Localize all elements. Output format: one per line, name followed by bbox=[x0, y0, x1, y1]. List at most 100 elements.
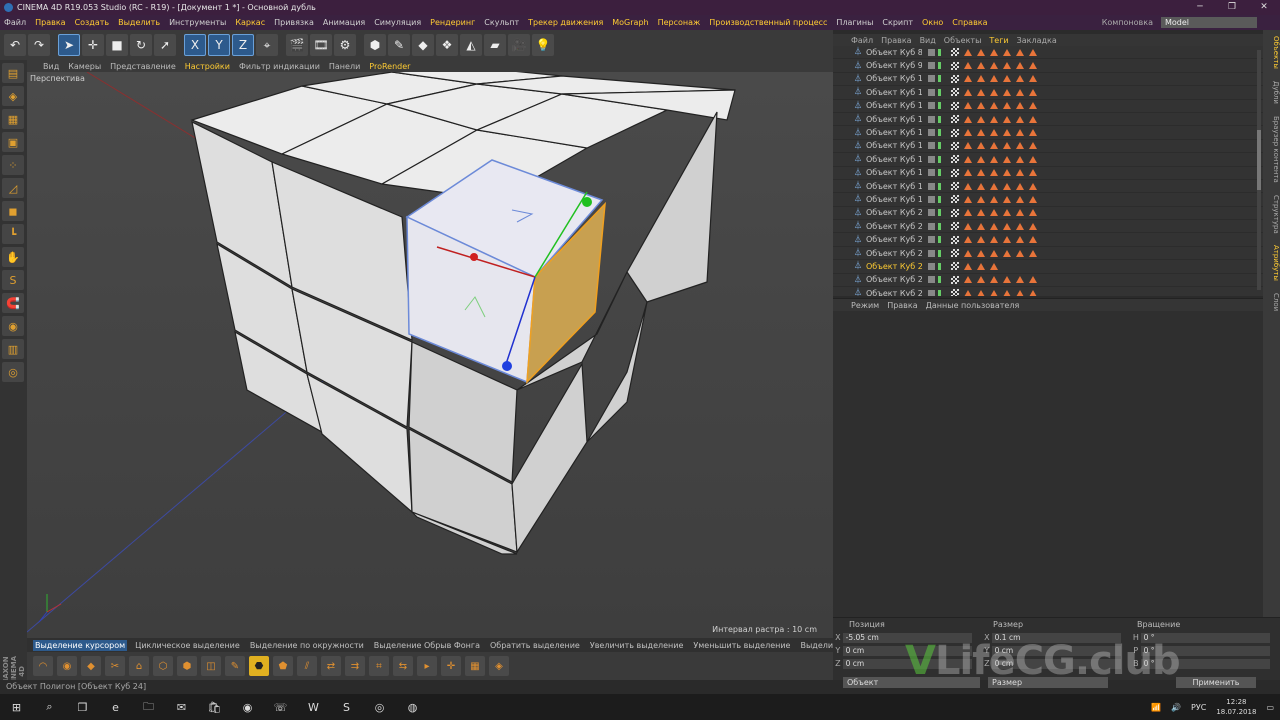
visibility-dots-icon[interactable] bbox=[938, 249, 941, 257]
visibility-dots-icon[interactable] bbox=[938, 222, 941, 230]
layer-toggle-icon[interactable] bbox=[928, 115, 935, 123]
phong-tag-icon[interactable] bbox=[1029, 102, 1037, 110]
phong-tag-icon[interactable] bbox=[1016, 155, 1024, 163]
phong-tag-icon[interactable] bbox=[1016, 276, 1024, 284]
modeling-tool-14-icon[interactable]: ⌗ bbox=[369, 656, 389, 676]
scale-icon[interactable]: ■ bbox=[106, 34, 128, 56]
om-menu-5[interactable]: Закладка bbox=[1017, 36, 1057, 45]
viewport-menu-6[interactable]: ProRender bbox=[369, 62, 410, 71]
menu-item-3[interactable]: Выделить bbox=[118, 18, 160, 27]
phong-tag-icon[interactable] bbox=[1003, 236, 1011, 244]
modeling-tool-8-icon[interactable]: ✎ bbox=[225, 656, 245, 676]
object-row[interactable]: ⏃ Объект Куб 23 bbox=[833, 247, 1263, 261]
phong-tag-icon[interactable] bbox=[1003, 142, 1011, 150]
phong-tag-icon[interactable] bbox=[964, 102, 972, 110]
visibility-dots-icon[interactable] bbox=[938, 262, 941, 270]
phong-tag-icon[interactable] bbox=[1003, 195, 1011, 203]
visibility-dots-icon[interactable] bbox=[938, 75, 941, 83]
phong-tag-icon[interactable] bbox=[1016, 182, 1024, 190]
modeling-tool-7-icon[interactable]: ◫ bbox=[201, 656, 221, 676]
selection-tab-4[interactable]: Обратить выделение bbox=[488, 640, 582, 651]
layer-toggle-icon[interactable] bbox=[928, 222, 935, 230]
uvw-tag-icon[interactable] bbox=[951, 48, 959, 57]
select-icon[interactable]: ➤ bbox=[58, 34, 80, 56]
object-manager-scrollbar[interactable] bbox=[1257, 50, 1261, 290]
modeling-tool-0-icon[interactable]: ◠ bbox=[33, 656, 53, 676]
phong-tag-icon[interactable] bbox=[977, 88, 985, 96]
phong-tag-icon[interactable] bbox=[990, 169, 998, 177]
tweak-icon[interactable]: ✋ bbox=[2, 247, 24, 267]
menu-item-15[interactable]: Плагины bbox=[836, 18, 873, 27]
uvw-tag-icon[interactable] bbox=[951, 222, 959, 231]
points-mode-icon[interactable]: ⁘ bbox=[2, 155, 24, 175]
viewport-perspective[interactable]: Перспектива Интервал растра : 10 cm bbox=[27, 72, 833, 638]
visibility-dots-icon[interactable] bbox=[938, 236, 941, 244]
dock-tab-0[interactable]: Объекты bbox=[1263, 30, 1280, 75]
uvw-tag-icon[interactable] bbox=[951, 235, 959, 244]
modeling-tool-17-icon[interactable]: ✛ bbox=[441, 656, 461, 676]
modeling-tool-15-icon[interactable]: ⇆ bbox=[393, 656, 413, 676]
render-settings-icon[interactable]: ⚙ bbox=[334, 34, 356, 56]
layout-dropdown[interactable]: Model bbox=[1161, 17, 1257, 28]
skype-icon[interactable]: S bbox=[330, 694, 363, 720]
object-row[interactable]: ⏃ Объект Куб 12 bbox=[833, 100, 1263, 113]
phong-tag-icon[interactable] bbox=[964, 169, 972, 177]
visibility-dots-icon[interactable] bbox=[938, 276, 941, 284]
am-menu-1[interactable]: Правка bbox=[887, 301, 917, 310]
move-icon[interactable]: ✛ bbox=[82, 34, 104, 56]
selection-tab-7[interactable]: Выделить связь bbox=[798, 640, 833, 651]
menu-item-5[interactable]: Каркас bbox=[235, 18, 265, 27]
viewport-menu-5[interactable]: Панели bbox=[329, 62, 360, 71]
phong-tag-icon[interactable] bbox=[964, 222, 972, 230]
minimize-button[interactable]: ─ bbox=[1184, 0, 1216, 15]
phong-tag-icon[interactable] bbox=[1003, 289, 1011, 296]
phong-tag-icon[interactable] bbox=[977, 129, 985, 137]
render-picture-icon[interactable]: 🎞 bbox=[310, 34, 332, 56]
layer-toggle-icon[interactable] bbox=[928, 142, 935, 150]
edge-icon[interactable]: e bbox=[99, 694, 132, 720]
model-mode-icon[interactable]: ◈ bbox=[2, 86, 24, 106]
modeling-tool-9-icon[interactable]: ⬣ bbox=[249, 656, 269, 676]
language-indicator[interactable]: РУС bbox=[1191, 703, 1206, 712]
snap-icon[interactable]: S bbox=[2, 270, 24, 290]
phong-tag-icon[interactable] bbox=[1003, 88, 1011, 96]
layer-toggle-icon[interactable] bbox=[928, 209, 935, 217]
phong-tag-icon[interactable] bbox=[1016, 209, 1024, 217]
phong-tag-icon[interactable] bbox=[990, 155, 998, 163]
x-handle[interactable] bbox=[470, 253, 478, 261]
task-view-icon[interactable]: ❐ bbox=[66, 694, 99, 720]
visibility-dots-icon[interactable] bbox=[938, 62, 941, 70]
phong-tag-icon[interactable] bbox=[1003, 115, 1011, 123]
polygons-mode-icon[interactable]: ◼ bbox=[2, 201, 24, 221]
visibility-dots-icon[interactable] bbox=[938, 155, 941, 163]
phong-tag-icon[interactable] bbox=[964, 142, 972, 150]
viewport-menu-4[interactable]: Фильтр индикации bbox=[239, 62, 320, 71]
phong-tag-icon[interactable] bbox=[977, 75, 985, 83]
object-row[interactable]: ⏃ Объект Куб 18 bbox=[833, 180, 1263, 194]
modeling-tool-4-icon[interactable]: ⌂ bbox=[129, 656, 149, 676]
live-select-icon[interactable]: ➚ bbox=[154, 34, 176, 56]
camera-icon[interactable]: 🎥 bbox=[508, 34, 530, 56]
object-row[interactable]: ⏃ Объект Куб 26 bbox=[833, 287, 1263, 296]
dock-tab-5[interactable]: Слои bbox=[1263, 287, 1280, 317]
phong-tag-icon[interactable] bbox=[1003, 182, 1011, 190]
visibility-dots-icon[interactable] bbox=[938, 142, 941, 150]
uvw-tag-icon[interactable] bbox=[951, 88, 959, 97]
uvw-tag-icon[interactable] bbox=[951, 195, 959, 204]
modeling-tool-13-icon[interactable]: ⇉ bbox=[345, 656, 365, 676]
om-menu-1[interactable]: Правка bbox=[881, 36, 911, 45]
modeling-tool-6-icon[interactable]: ⬢ bbox=[177, 656, 197, 676]
phong-tag-icon[interactable] bbox=[990, 182, 998, 190]
phong-tag-icon[interactable] bbox=[964, 236, 972, 244]
uvw-tag-icon[interactable] bbox=[951, 275, 959, 284]
layer-toggle-icon[interactable] bbox=[928, 155, 935, 163]
phong-tag-icon[interactable] bbox=[1016, 88, 1024, 96]
dock-tab-2[interactable]: Браузер контента bbox=[1263, 110, 1280, 189]
dock-tab-4[interactable]: Атрибуты bbox=[1263, 239, 1280, 287]
phong-tag-icon[interactable] bbox=[977, 48, 985, 56]
object-row[interactable]: ⏃ Объект Куб 8 bbox=[833, 46, 1263, 60]
viewport-menu-2[interactable]: Представление bbox=[110, 62, 176, 71]
phong-tag-icon[interactable] bbox=[964, 209, 972, 217]
object-row[interactable]: ⏃ Объект Куб 10 bbox=[833, 73, 1263, 87]
menu-item-16[interactable]: Скрипт bbox=[882, 18, 913, 27]
